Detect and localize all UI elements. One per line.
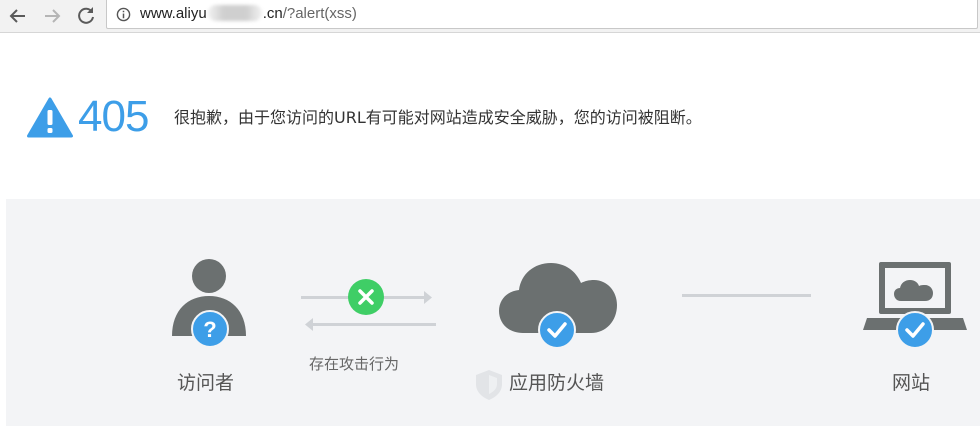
reload-icon <box>78 7 94 24</box>
visitor-label: 访问者 <box>177 372 235 394</box>
shield-icon <box>476 370 502 400</box>
check-badge-icon <box>538 311 576 349</box>
error-code: 405 <box>78 92 149 141</box>
website-label: 网站 <box>892 372 931 394</box>
question-badge-icon: ? <box>191 310 229 348</box>
connector-line <box>682 294 811 297</box>
info-icon[interactable] <box>116 7 131 22</box>
arrow-left-icon <box>9 9 25 23</box>
back-button[interactable] <box>6 4 30 28</box>
reload-button[interactable] <box>74 4 98 28</box>
url-host-prefix: www.aliyu <box>140 5 207 22</box>
check-badge-icon <box>896 311 934 349</box>
error-message: 很抱歉，由于您访问的URL有可能对网站造成安全威胁，您的访问被阻断。 <box>174 108 702 127</box>
attack-label: 存在攻击行为 <box>309 355 400 373</box>
page-content: 405 很抱歉，由于您访问的URL有可能对网站造成安全威胁，您的访问被阻断。 ?… <box>6 33 980 426</box>
warning-triangle-icon <box>27 97 73 138</box>
url-path: /?alert(xss) <box>282 5 357 22</box>
svg-text:?: ? <box>203 317 216 342</box>
diagram-panel: ? 访问者 存在攻击行为 应用防火墙 网站 <box>6 199 980 426</box>
redacted-blur <box>207 5 262 21</box>
browser-toolbar: www.aliyu .cn/?alert(xss) <box>0 0 980 33</box>
arrow-right-icon <box>45 9 61 23</box>
url-host-suffix: .cn <box>262 5 283 22</box>
address-bar[interactable]: www.aliyu .cn/?alert(xss) <box>106 0 978 29</box>
url-text[interactable]: www.aliyu .cn/?alert(xss) <box>140 5 357 22</box>
x-badge-icon <box>348 279 384 315</box>
firewall-label: 应用防火墙 <box>509 372 605 394</box>
forward-button[interactable] <box>40 4 64 28</box>
